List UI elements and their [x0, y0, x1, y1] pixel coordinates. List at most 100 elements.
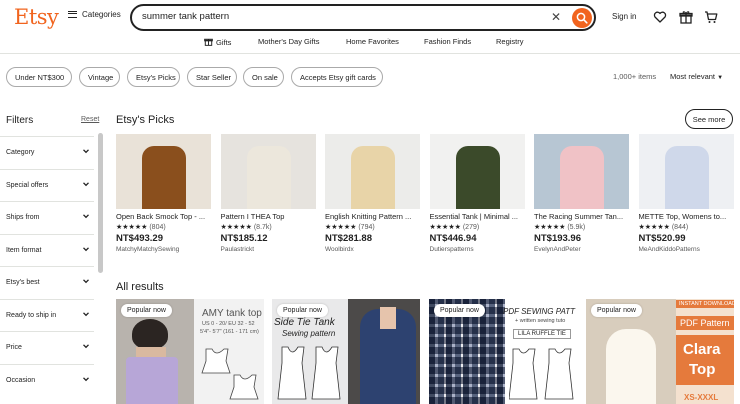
cart-icon[interactable] [704, 10, 718, 24]
result-card[interactable]: PDF SEWING PATT + written sewing tuto LI… [429, 299, 577, 404]
sort-label: Most relevant [670, 72, 716, 81]
stars-icon: ★★★★★ [325, 224, 357, 231]
nav-registry[interactable]: Registry [496, 37, 524, 46]
chip-star-seller[interactable]: Star Seller [187, 67, 237, 87]
filter-ready-to-ship-in[interactable]: Ready to ship in [0, 298, 94, 331]
filter-label: Special offers [6, 181, 49, 189]
filter-ships-from[interactable]: Ships from [0, 201, 94, 233]
product-title[interactable]: Open Back Smock Top - ... [116, 212, 211, 221]
all-results-heading: All results [116, 281, 164, 293]
chip-etsys-picks[interactable]: Etsy's Picks [127, 67, 180, 87]
chevron-down-icon: ▼ [717, 75, 724, 81]
chevron-down-icon [83, 344, 89, 349]
star-rating: ★★★★★ (794) [325, 223, 375, 231]
sort-dropdown[interactable]: Most relevant ▼ [670, 72, 723, 81]
filter-label: Occasion [6, 376, 36, 384]
reset-filters-link[interactable]: Reset [81, 116, 99, 123]
search-icon [576, 12, 588, 24]
nav-gifts[interactable]: Gifts [204, 37, 231, 47]
chevron-down-icon [83, 246, 89, 251]
nav-fashion-finds[interactable]: Fashion Finds [424, 37, 471, 46]
filter-label: Ships from [6, 214, 40, 221]
filter-category[interactable]: Category [0, 136, 94, 168]
review-count: (279) [462, 224, 480, 231]
product-photo [638, 134, 734, 209]
star-rating: ★★★★★ (844) [639, 223, 689, 231]
gift-icon[interactable] [679, 10, 693, 24]
shop-name[interactable]: MeAndKiddoPatterns [639, 246, 700, 253]
filter-special-offers[interactable]: Special offers [0, 168, 94, 201]
product-title[interactable]: English Knitting Pattern ... [325, 212, 420, 221]
nav-mothers-day[interactable]: Mother's Day Gifts [258, 37, 319, 46]
pick-card[interactable]: English Knitting Pattern ... ★★★★★ (794) N… [325, 134, 420, 258]
results-count: 1,000+ items [613, 72, 657, 81]
star-rating: ★★★★★ (5.9k) [534, 223, 585, 231]
shop-name[interactable]: EvelynAndPeter [534, 246, 581, 253]
stars-icon: ★★★★★ [534, 224, 566, 231]
product-price: NT$493.29 [116, 233, 164, 244]
product-title[interactable]: Essential Tank | Minimal ... [430, 212, 525, 221]
shop-name[interactable]: MatchyMatchySewing [116, 246, 179, 253]
review-count: (5.9k) [567, 224, 586, 231]
product-title[interactable]: Pattern I THEA Top [221, 212, 316, 221]
popular-badge: Popular now [591, 304, 642, 317]
filter-item-format[interactable]: Item format [0, 233, 94, 266]
filter-occasion[interactable]: Occasion [0, 363, 94, 396]
header-divider [0, 53, 740, 54]
filter-label: Category [6, 149, 35, 156]
chip-gift-cards[interactable]: Accepts Etsy gift cards [291, 67, 383, 87]
shop-name[interactable]: Paulastrickt [221, 246, 255, 253]
menu-icon [68, 11, 77, 18]
see-more-button[interactable]: See more [685, 109, 733, 129]
filter-price[interactable]: Price [0, 331, 94, 363]
stars-icon: ★★★★★ [638, 224, 670, 231]
etsy-logo[interactable]: Etsy [14, 5, 59, 29]
product-title[interactable]: The Racing Summer Tan... [534, 212, 629, 221]
shop-name[interactable]: Dutierspatterns [430, 246, 474, 253]
product-photo [429, 134, 525, 209]
pick-card[interactable]: Essential Tank | Minimal ... ★★★★★ (279) N… [429, 134, 525, 258]
chip-on-sale[interactable]: On sale [243, 67, 284, 87]
pick-card[interactable]: METTE Top, Womens to... ★★★★★ (844) NT$520… [638, 134, 734, 258]
clear-search-icon[interactable]: ✕ [551, 10, 561, 24]
pick-card[interactable]: Pattern I THEA Top ★★★★★ (8.7k) NT$185.12 P… [220, 134, 316, 258]
stars-icon: ★★★★★ [429, 224, 461, 231]
pick-card[interactable]: Open Back Smock Top - ... ★★★★★ (804) NT$4… [116, 134, 211, 258]
chip-vintage[interactable]: Vintage [79, 67, 120, 87]
tank-sketch [277, 346, 341, 400]
shop-name[interactable]: Woolbirdx [325, 246, 354, 253]
filter-label: Price [6, 344, 22, 351]
star-rating: ★★★★★ (8.7k) [221, 223, 272, 231]
filter-label: Ready to ship in [6, 311, 57, 319]
product-title[interactable]: METTE Top, Womens to... [639, 212, 734, 221]
stars-icon: ★★★★★ [116, 224, 148, 231]
result-card[interactable]: INSTANT DOWNLOAD PDF Pattern Clara Top X… [586, 299, 734, 404]
search-input[interactable]: summer tank pattern [142, 11, 229, 22]
favorites-heart-icon[interactable] [653, 10, 667, 24]
tank-sketch [509, 348, 574, 400]
sidebar-scrollbar[interactable] [98, 133, 103, 273]
sign-in-link[interactable]: Sign in [612, 12, 636, 21]
pick-card[interactable]: The Racing Summer Tan... ★★★★★ (5.9k) NT$1… [534, 134, 629, 258]
popular-badge: Popular now [121, 304, 172, 317]
nav-gifts-label: Gifts [216, 38, 232, 47]
result-card[interactable]: Side Tie Tank Sewing pattern Popular now [272, 299, 420, 404]
chevron-down-icon [83, 214, 89, 219]
product-photo [325, 134, 420, 209]
gift-icon [204, 38, 213, 46]
categories-button[interactable]: Categories [68, 10, 121, 19]
star-rating: ★★★★★ (279) [430, 223, 480, 231]
review-count: (8.7k) [253, 224, 272, 231]
nav-home-favorites[interactable]: Home Favorites [346, 37, 399, 46]
product-photo [220, 134, 316, 209]
product-price: NT$281.88 [325, 233, 373, 244]
search-button[interactable] [572, 8, 592, 28]
search-bar[interactable]: summer tank pattern ✕ [130, 4, 596, 31]
product-photo [534, 134, 629, 209]
top-nav: Gifts Mother's Day Gifts Home Favorites … [0, 37, 740, 49]
product-price: NT$446.94 [429, 233, 477, 244]
popular-badge: Popular now [277, 304, 328, 317]
filter-etsy-s-best[interactable]: Etsy's best [0, 266, 94, 298]
chip-under-price[interactable]: Under NT$300 [6, 67, 72, 87]
result-card[interactable]: AMY tank top US 0 - 20/ EU 32 - 52 5'4"-… [116, 299, 264, 404]
